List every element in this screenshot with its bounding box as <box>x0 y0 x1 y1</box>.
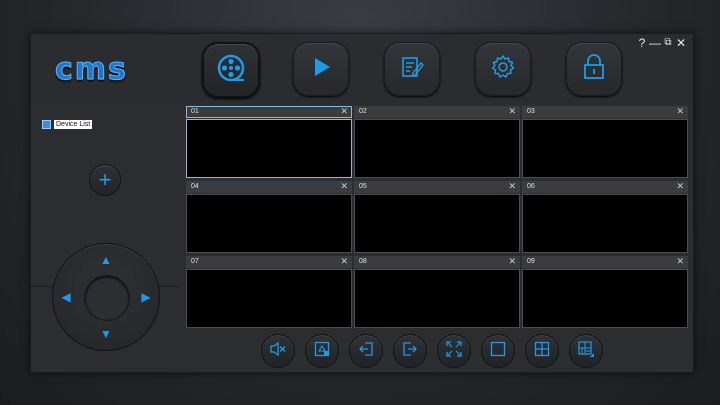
channel-video[interactable] <box>522 269 688 328</box>
ptz-control: ▲ ▼ ◀ ▶ <box>52 243 160 351</box>
layout-single-icon <box>489 340 507 363</box>
video-channel: 08 ✕ <box>354 256 520 328</box>
video-channel: 01 ✕ <box>186 106 352 178</box>
channel-video[interactable] <box>354 194 520 253</box>
export-icon <box>401 340 419 363</box>
channel-video[interactable] <box>354 119 520 178</box>
ptz-up-arrow-icon[interactable]: ▲ <box>100 254 112 266</box>
nav-playback-button[interactable] <box>293 42 349 96</box>
channel-number: 03 <box>527 108 535 115</box>
gear-icon <box>489 53 517 86</box>
channel-number: 02 <box>359 108 367 115</box>
channel-header: 08 ✕ <box>354 256 520 268</box>
nav-logs-button[interactable] <box>384 42 440 96</box>
channel-number: 05 <box>359 183 367 190</box>
channel-video[interactable] <box>354 269 520 328</box>
close-icon[interactable]: ✕ <box>340 256 348 267</box>
device-list-label: Device List <box>54 119 93 129</box>
channel-number: 08 <box>359 258 367 265</box>
close-icon[interactable]: ✕ <box>340 181 348 192</box>
nav-live-view-button[interactable] <box>202 42 260 98</box>
ptz-left-arrow-icon[interactable]: ◀ <box>60 291 72 303</box>
close-icon[interactable]: ✕ <box>676 106 684 117</box>
add-device-button[interactable]: + <box>89 164 121 196</box>
layout-quad-icon <box>533 340 551 363</box>
mute-button[interactable] <box>261 334 295 368</box>
nav-settings-button[interactable] <box>475 42 531 96</box>
channel-number: 09 <box>527 258 535 265</box>
video-channel: 07 ✕ <box>186 256 352 328</box>
device-group-icon <box>42 119 51 129</box>
channel-header: 05 ✕ <box>354 181 520 193</box>
close-button[interactable]: ✕ <box>675 36 687 50</box>
channel-video[interactable] <box>186 119 352 178</box>
channel-video[interactable] <box>186 194 352 253</box>
video-channel: 09 ✕ <box>522 256 688 328</box>
video-channel: 05 ✕ <box>354 181 520 253</box>
film-reel-icon <box>216 53 246 88</box>
video-channel: 02 ✕ <box>354 106 520 178</box>
fullscreen-button[interactable] <box>437 334 471 368</box>
speaker-mute-icon <box>269 340 287 363</box>
help-button[interactable]: ? <box>637 36 647 50</box>
channel-number: 04 <box>191 183 199 190</box>
close-icon[interactable]: ✕ <box>508 181 516 192</box>
channel-video[interactable] <box>186 269 352 328</box>
ptz-center-button[interactable] <box>84 275 130 321</box>
channel-header: 04 ✕ <box>186 181 352 193</box>
close-icon[interactable]: ✕ <box>340 106 348 117</box>
lock-icon <box>581 53 607 86</box>
channel-header: 02 ✕ <box>354 106 520 118</box>
video-channel: 04 ✕ <box>186 181 352 253</box>
snapshot-button[interactable] <box>305 334 339 368</box>
channel-header: 01 ✕ <box>186 106 352 118</box>
channel-video[interactable] <box>522 119 688 178</box>
device-list-node[interactable]: Device List <box>42 119 93 129</box>
video-channel: 06 ✕ <box>522 181 688 253</box>
close-icon[interactable]: ✕ <box>508 106 516 117</box>
video-grid: 01 ✕ 02 ✕ 03 ✕ 04 ✕ 05 ✕ 06 ✕ 07 ✕ 08 ✕ … <box>186 106 691 331</box>
ptz-right-arrow-icon[interactable]: ▶ <box>140 291 152 303</box>
channel-header: 06 ✕ <box>522 181 688 193</box>
channel-header: 03 ✕ <box>522 106 688 118</box>
channel-number: 06 <box>527 183 535 190</box>
channel-header: 07 ✕ <box>186 256 352 268</box>
title-bar: cms ? — ⧉ ✕ <box>31 34 693 104</box>
fullscreen-icon <box>445 340 463 363</box>
cms-logo: cms <box>55 52 128 87</box>
channel-number: 07 <box>191 258 199 265</box>
close-icon[interactable]: ✕ <box>676 256 684 267</box>
close-icon[interactable]: ✕ <box>676 181 684 192</box>
restore-button[interactable]: ⧉ <box>662 36 674 50</box>
channel-video[interactable] <box>522 194 688 253</box>
import-button[interactable] <box>349 334 383 368</box>
nav-lock-button[interactable] <box>566 42 622 96</box>
layout-quad-button[interactable] <box>525 334 559 368</box>
channel-number: 01 <box>191 108 199 115</box>
video-channel: 03 ✕ <box>522 106 688 178</box>
close-icon[interactable]: ✕ <box>508 256 516 267</box>
minimize-button[interactable]: — <box>649 36 661 50</box>
play-icon <box>309 55 333 84</box>
import-icon <box>357 340 375 363</box>
layout-custom-button[interactable] <box>569 334 603 368</box>
channel-header: 09 ✕ <box>522 256 688 268</box>
export-button[interactable] <box>393 334 427 368</box>
ptz-down-arrow-icon[interactable]: ▼ <box>100 328 112 340</box>
cms-window: cms ? — ⧉ ✕ Device List + ▲ ▼ ◀ ▶ 01 ✕ 0… <box>30 33 694 373</box>
edit-document-icon <box>399 54 425 85</box>
snapshot-icon <box>313 340 331 363</box>
layout-single-button[interactable] <box>481 334 515 368</box>
layout-custom-icon <box>577 340 595 363</box>
